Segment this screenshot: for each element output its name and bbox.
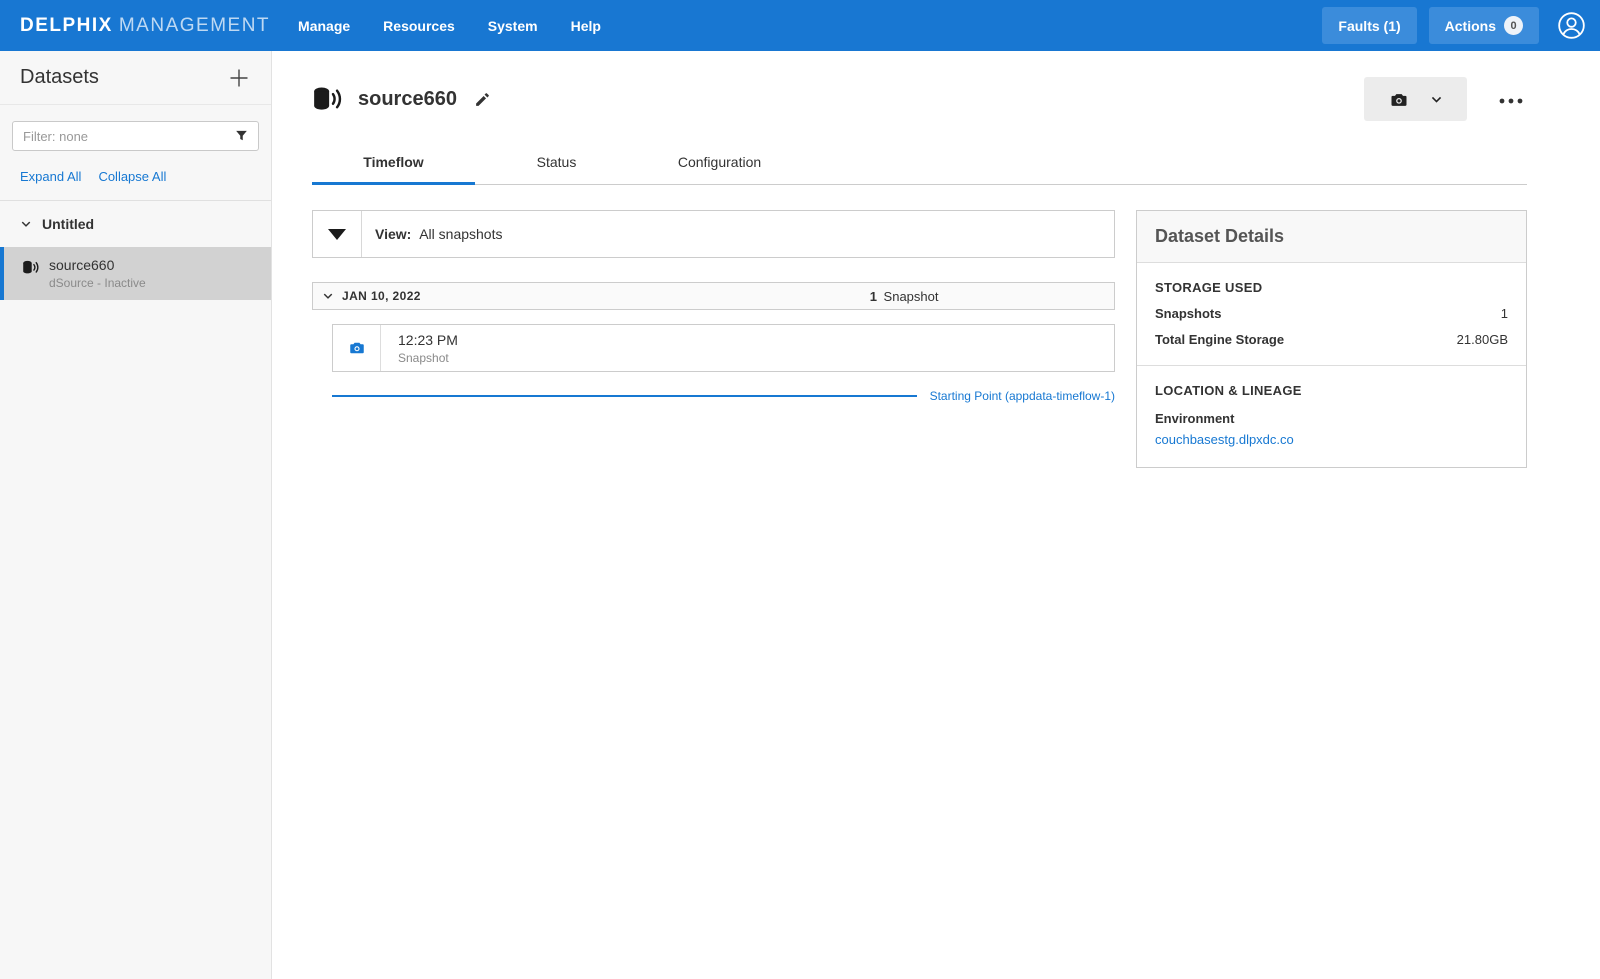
snapshot-meta: 12:23 PM Snapshot [381, 332, 458, 365]
sidebar-item-name: source660 [49, 257, 146, 273]
starting-point-link[interactable]: Starting Point (appdata-timeflow-1) [930, 389, 1115, 403]
faults-button-label: Faults (1) [1338, 18, 1400, 34]
brand-secondary: MANAGEMENT [119, 15, 270, 37]
snapshot-count: 1 Snapshot [870, 289, 939, 304]
environment-label: Environment [1155, 411, 1508, 426]
dsource-icon [312, 86, 342, 112]
filter-container [0, 105, 271, 165]
camera-icon [333, 325, 381, 371]
nav-item-system[interactable]: System [488, 18, 538, 34]
brand-primary: DELPHIX [20, 15, 113, 37]
filter-funnel-icon[interactable] [234, 128, 249, 143]
header-actions [1364, 77, 1527, 121]
details-header: Dataset Details [1137, 211, 1526, 263]
filled-triangle-icon [328, 229, 346, 240]
user-avatar-icon[interactable] [1557, 11, 1586, 40]
nav-menu: Manage Resources System Help [298, 18, 601, 34]
brand-logo: DELPHIX MANAGEMENT [20, 15, 270, 37]
timeline-line [332, 395, 917, 397]
nav-item-resources[interactable]: Resources [383, 18, 455, 34]
top-navbar: DELPHIX MANAGEMENT Manage Resources Syst… [0, 0, 1600, 51]
dsource-icon [22, 260, 39, 275]
sidebar-item-source660[interactable]: source660 dSource - Inactive [0, 247, 271, 300]
snapshots-value: 1 [1501, 306, 1508, 321]
snapshots-label: Snapshots [1155, 306, 1221, 321]
collapse-all-link[interactable]: Collapse All [98, 169, 166, 184]
detail-row-total-storage: Total Engine Storage 21.80GB [1155, 332, 1508, 347]
location-lineage-heading: LOCATION & LINEAGE [1155, 383, 1508, 398]
tab-timeflow[interactable]: Timeflow [312, 141, 475, 185]
snapshot-sublabel: Snapshot [398, 351, 458, 365]
page-title: source660 [358, 88, 457, 111]
storage-used-section: STORAGE USED Snapshots 1 Total Engine St… [1137, 263, 1526, 365]
chevron-down-icon [322, 290, 334, 302]
group-label: Untitled [42, 216, 94, 232]
snapshot-count-suffix: Snapshot [884, 289, 939, 304]
more-options-icon[interactable] [1495, 88, 1527, 111]
view-dropdown-icon[interactable] [313, 211, 362, 257]
timeflow-content: View: All snapshots JAN 10, 2022 1 Snaps… [312, 185, 1527, 468]
view-value: All snapshots [419, 226, 502, 242]
sidebar-links: Expand All Collapse All [0, 165, 271, 200]
snapshot-camera-button[interactable] [1364, 77, 1467, 121]
dataset-tabs: Timeflow Status Configuration [312, 141, 1527, 185]
snapshot-time: 12:23 PM [398, 332, 458, 348]
snapshot-date-group[interactable]: JAN 10, 2022 1 Snapshot [312, 282, 1115, 310]
view-selector-text: View: All snapshots [362, 226, 502, 242]
nav-item-help[interactable]: Help [571, 18, 601, 34]
storage-used-heading: STORAGE USED [1155, 280, 1508, 295]
total-storage-value: 21.80GB [1457, 332, 1508, 347]
sidebar-title: Datasets [20, 66, 99, 89]
snapshot-view-panel: View: All snapshots [312, 210, 1115, 258]
dataset-group-untitled[interactable]: Untitled [0, 200, 271, 247]
actions-button-label: Actions [1445, 18, 1496, 34]
snapshot-date-label: JAN 10, 2022 [342, 289, 421, 303]
sidebar-item-status: dSource - Inactive [49, 276, 146, 290]
actions-button[interactable]: Actions 0 [1429, 7, 1539, 44]
snapshot-row[interactable]: 12:23 PM Snapshot [332, 324, 1115, 372]
location-lineage-section: LOCATION & LINEAGE Environment couchbase… [1137, 366, 1526, 467]
timeline-column: View: All snapshots JAN 10, 2022 1 Snaps… [312, 210, 1115, 403]
sidebar-header: Datasets [0, 51, 271, 105]
tab-status[interactable]: Status [475, 141, 638, 185]
starting-point-marker: Starting Point (appdata-timeflow-1) [332, 389, 1115, 403]
filter-input[interactable] [12, 121, 259, 151]
expand-all-link[interactable]: Expand All [20, 169, 81, 184]
details-title: Dataset Details [1155, 226, 1284, 246]
view-label: View: [375, 226, 411, 242]
chevron-down-icon [1430, 93, 1443, 106]
faults-button[interactable]: Faults (1) [1322, 7, 1416, 44]
detail-row-snapshots: Snapshots 1 [1155, 306, 1508, 321]
nav-right-actions: Faults (1) Actions 0 [1322, 7, 1586, 44]
add-dataset-icon[interactable] [227, 66, 251, 90]
tab-configuration[interactable]: Configuration [638, 141, 801, 185]
dataset-details-panel: Dataset Details STORAGE USED Snapshots 1… [1136, 210, 1527, 468]
total-storage-label: Total Engine Storage [1155, 332, 1284, 347]
snapshot-count-number: 1 [870, 289, 877, 304]
camera-icon [1389, 90, 1409, 108]
edit-pencil-icon[interactable] [474, 91, 491, 108]
actions-count-badge: 0 [1504, 16, 1523, 35]
dataset-header: source660 [312, 51, 1527, 141]
environment-link[interactable]: couchbasestg.dlpxdc.co [1155, 432, 1294, 447]
chevron-down-icon [20, 218, 32, 230]
nav-item-manage[interactable]: Manage [298, 18, 350, 34]
datasets-sidebar: Datasets Expand All Collapse All Untitle… [0, 51, 272, 979]
main-content: source660 [272, 51, 1600, 979]
